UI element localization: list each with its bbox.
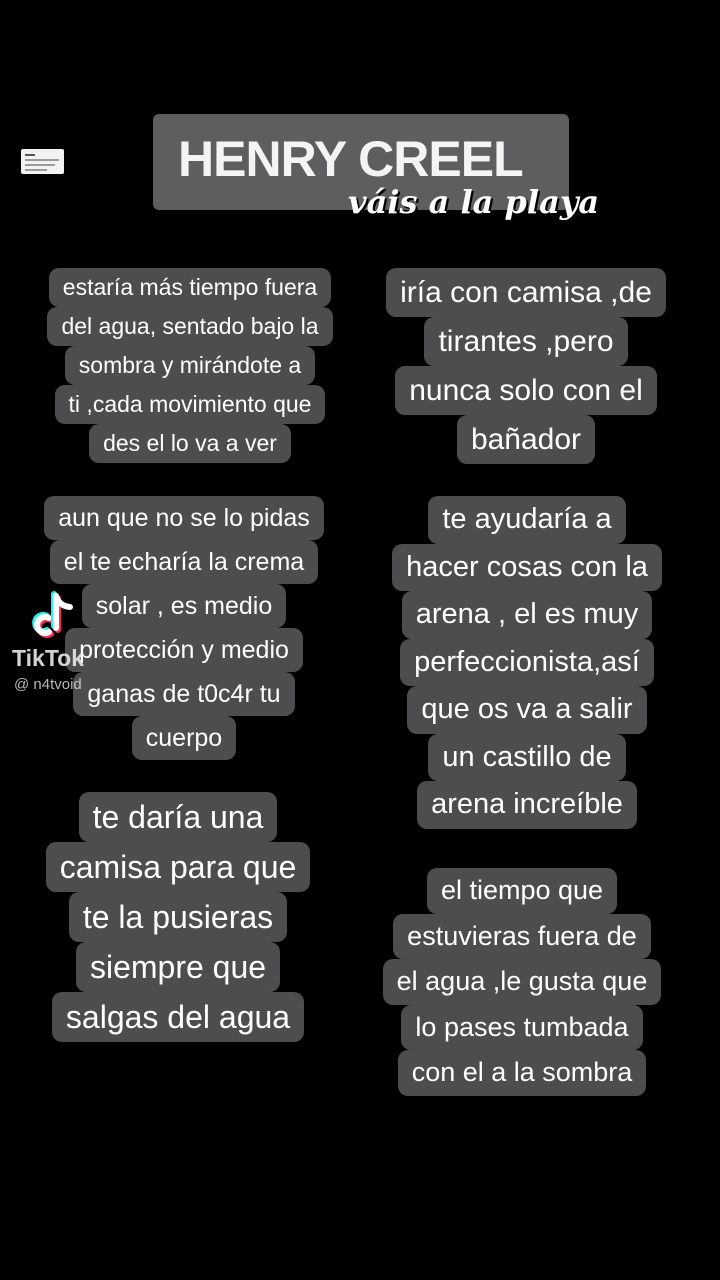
page-title: HENRY CREEL xyxy=(178,131,524,187)
card-line: tirantes ,pero xyxy=(424,317,628,366)
card-line: ti ,cada movimiento que xyxy=(54,385,326,424)
card-line: sombra y mirándote a xyxy=(64,346,316,385)
card-line: perfeccionista,así xyxy=(400,638,654,686)
card-line: iría con camisa ,de xyxy=(386,268,666,317)
card-line: camisa para que xyxy=(45,842,311,892)
text-card-6: el tiempo que estuvieras fuera de el agu… xyxy=(362,868,682,1096)
card-line: nunca solo con el xyxy=(395,366,657,415)
card-line: que os va a salir xyxy=(407,686,647,734)
card-line: te la pusieras xyxy=(68,892,288,942)
reply-comment-sticker[interactable] xyxy=(21,149,64,174)
card-line: aun que no se lo pidas xyxy=(44,496,324,540)
tiktok-note-icon xyxy=(32,591,73,638)
page-subtitle: váis a la playa xyxy=(348,183,600,221)
card-line: hacer cosas con la xyxy=(392,543,662,591)
card-line: des el lo va a ver xyxy=(89,424,291,463)
card-line: arena increíble xyxy=(417,781,637,829)
text-card-2: iría con camisa ,de tirantes ,pero nunca… xyxy=(372,268,680,464)
text-card-4: te ayudaría a hacer cosas con la arena ,… xyxy=(381,496,673,829)
card-line: con el a la sombra xyxy=(397,1050,647,1096)
card-line: solar , es medio xyxy=(81,584,287,628)
card-line: del agua, sentado bajo la xyxy=(47,307,333,346)
card-line: un castillo de xyxy=(428,733,626,781)
card-line: estuvieras fuera de xyxy=(393,913,651,959)
card-line: el tiempo que xyxy=(426,868,618,914)
card-line: bañador xyxy=(456,415,596,464)
card-line: arena , el es muy xyxy=(401,591,653,639)
text-card-1: estaría más tiempo fuera del agua, senta… xyxy=(25,268,355,463)
card-line: lo pases tumbada xyxy=(401,1004,643,1050)
card-line: protección y medio xyxy=(65,628,303,672)
card-line: siempre que xyxy=(75,942,281,992)
text-card-5: te daría una camisa para que te la pusie… xyxy=(38,792,318,1042)
card-line: te ayudaría a xyxy=(428,496,626,544)
tiktok-watermark-brand: TikTok xyxy=(12,645,84,671)
card-line: ganas de t0c4r tu xyxy=(73,672,295,716)
card-line: el agua ,le gusta que xyxy=(382,959,662,1005)
card-line: salgas del agua xyxy=(51,992,305,1042)
card-line: cuerpo xyxy=(131,716,237,760)
card-line: el te echaría la crema xyxy=(49,540,319,584)
tiktok-watermark-username: @ n4tvoid xyxy=(14,676,82,693)
card-line: estaría más tiempo fuera xyxy=(48,268,332,307)
card-line: te daría una xyxy=(78,792,278,842)
